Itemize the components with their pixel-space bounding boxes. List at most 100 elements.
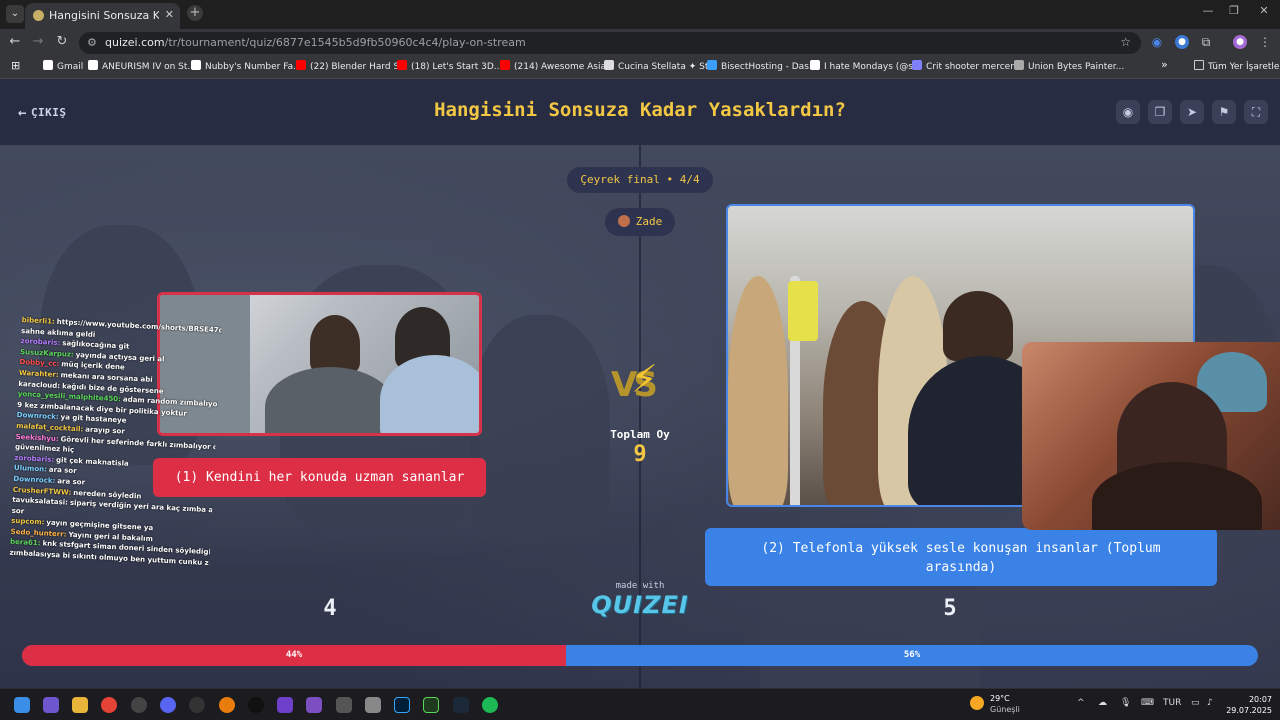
new-tab-button[interactable]: + bbox=[187, 5, 203, 21]
bookmark-favicon-icon bbox=[500, 60, 510, 70]
windows-start-icon[interactable] bbox=[14, 697, 30, 713]
streamer-webcam bbox=[1022, 342, 1280, 530]
substance-painter-icon[interactable] bbox=[423, 697, 439, 713]
quizei-logo[interactable]: QUIZEI bbox=[590, 591, 690, 619]
tray-chevron-icon[interactable]: ^ bbox=[1077, 698, 1085, 708]
eye-icon[interactable]: ◉ bbox=[1116, 100, 1140, 124]
extension-signal-icon[interactable]: ◉ bbox=[1150, 35, 1164, 49]
total-votes-label: Toplam Oy bbox=[610, 428, 670, 441]
bookmark-item[interactable]: Crit shooter mercen... bbox=[912, 60, 1025, 72]
bookmark-item[interactable]: ANEURISM IV on St... bbox=[88, 60, 196, 72]
chat-username: Downrock: bbox=[13, 474, 56, 485]
made-with-text: made with bbox=[615, 581, 665, 591]
profile-avatar-icon[interactable]: ● bbox=[1233, 35, 1247, 49]
mic-icon[interactable]: 🎙 bbox=[1120, 698, 1131, 708]
cloud-icon[interactable]: ☁ bbox=[1098, 698, 1107, 708]
bookmark-item[interactable]: (22) Blender Hard S... bbox=[296, 60, 408, 72]
bookmark-label: Gmail bbox=[57, 62, 84, 72]
obs-icon[interactable] bbox=[131, 697, 147, 713]
background-figure bbox=[470, 315, 610, 545]
spotify-icon[interactable] bbox=[482, 697, 498, 713]
chrome-icon[interactable] bbox=[101, 697, 117, 713]
file-explorer-icon[interactable] bbox=[72, 697, 88, 713]
option-1-percent: 44% bbox=[285, 650, 303, 660]
site-favicon-icon bbox=[33, 10, 44, 21]
bookmark-item[interactable]: Nubby's Number Fa... bbox=[191, 60, 302, 72]
browser-tab-bar: ⌄ Hangisini Sonsuza Kadar Yasakla ✕ + — … bbox=[0, 0, 1280, 29]
flag-icon[interactable]: ⚑ bbox=[1212, 100, 1236, 124]
chat-username: tavuksalatasi: bbox=[12, 495, 69, 507]
discord-icon[interactable] bbox=[160, 697, 176, 713]
copy-icon[interactable]: ❐ bbox=[1148, 100, 1172, 124]
extensions-puzzle-icon[interactable]: ⧉ bbox=[1199, 35, 1213, 49]
bookmark-favicon-icon bbox=[88, 60, 98, 70]
photoshop-icon[interactable] bbox=[394, 697, 410, 713]
bookmark-label: Union Bytes Painter... bbox=[1028, 62, 1125, 72]
close-window-icon[interactable]: ✕ bbox=[1244, 4, 1280, 17]
total-votes-value: 9 bbox=[633, 442, 647, 467]
site-info-icon[interactable]: ⚙ bbox=[87, 36, 97, 49]
app-icon[interactable] bbox=[189, 697, 205, 713]
option-2-percent: 56% bbox=[903, 650, 921, 660]
bookmark-item[interactable]: Union Bytes Painter... bbox=[1014, 60, 1124, 72]
forward-icon[interactable]: → bbox=[29, 34, 47, 49]
bookmark-label: (214) Awesome Asia... bbox=[514, 62, 615, 72]
bookmark-label: BisectHosting - Das... bbox=[721, 62, 818, 72]
bookmark-favicon-icon bbox=[707, 60, 717, 70]
system-clock[interactable]: 20:07 29.07.2025 bbox=[1222, 694, 1272, 716]
bookmarks-overflow-icon[interactable]: » bbox=[1161, 58, 1168, 71]
apps-grid-icon[interactable]: ⊞ bbox=[11, 59, 20, 72]
address-bar[interactable]: ⚙ quizei.com/tr/tournament/quiz/6877e154… bbox=[79, 32, 1141, 54]
bookmarks-bar: ⊞ Gmail ANEURISM IV on St... Nubby's Numbe… bbox=[0, 56, 1280, 79]
back-icon[interactable]: ← bbox=[6, 34, 24, 49]
extension-blue-icon[interactable]: ● bbox=[1175, 35, 1189, 49]
steam-icon[interactable] bbox=[453, 697, 469, 713]
tab-close-icon[interactable]: ✕ bbox=[165, 8, 174, 21]
bookmark-label: I hate Mondays (@s... bbox=[824, 62, 922, 72]
option-1-vote-count: 4 bbox=[323, 596, 337, 621]
reload-icon[interactable]: ↻ bbox=[53, 34, 71, 49]
bookmark-label: Cucina Stellata ✦ St... bbox=[618, 62, 717, 72]
chat-text: sor bbox=[11, 506, 25, 516]
chat-username: biberli1: bbox=[21, 315, 55, 326]
clock-time: 20:07 bbox=[1248, 695, 1272, 704]
bookmark-item[interactable]: I hate Mondays (@s... bbox=[810, 60, 922, 72]
chat-username: zorobaris: bbox=[20, 337, 61, 348]
lightning-icon: ⚡ bbox=[631, 357, 658, 401]
chat-username: Seekishyu: bbox=[15, 432, 59, 443]
bookmark-item[interactable]: Cucina Stellata ✦ St... bbox=[604, 60, 717, 72]
browser-menu-icon[interactable]: ⋮ bbox=[1258, 35, 1272, 49]
visual-studio-icon[interactable] bbox=[306, 697, 322, 713]
bookmark-item[interactable]: (214) Awesome Asia... bbox=[500, 60, 615, 72]
copilot-icon[interactable] bbox=[43, 697, 59, 713]
bookmark-star-icon[interactable]: ☆ bbox=[1120, 35, 1131, 49]
send-icon[interactable]: ➤ bbox=[1180, 100, 1204, 124]
bookmark-favicon-icon bbox=[43, 60, 53, 70]
unity-icon[interactable] bbox=[336, 697, 352, 713]
browser-toolbar: ← → ↻ ⚙ quizei.com/tr/tournament/quiz/68… bbox=[0, 29, 1280, 56]
url-text: quizei.com/tr/tournament/quiz/6877e1545b… bbox=[105, 36, 526, 49]
option-2-button[interactable]: (2) Telefonla yüksek sesle konuşan insan… bbox=[705, 528, 1217, 586]
chat-username: supcom: bbox=[10, 517, 45, 527]
github-icon[interactable] bbox=[277, 697, 293, 713]
language-indicator[interactable]: TUR bbox=[1163, 698, 1181, 708]
blender-icon[interactable] bbox=[219, 697, 235, 713]
weather-temp: 29°C bbox=[990, 694, 1010, 703]
unreal-icon[interactable] bbox=[248, 697, 264, 713]
bookmark-favicon-icon bbox=[191, 60, 201, 70]
bookmark-label: Crit shooter mercen... bbox=[926, 62, 1025, 72]
bookmark-item[interactable]: Gmail bbox=[43, 60, 83, 72]
app-icon[interactable] bbox=[365, 697, 381, 713]
user-badge: Zade bbox=[605, 208, 675, 236]
keyboard-icon[interactable]: ⌨ bbox=[1141, 698, 1154, 708]
bookmark-label: Nubby's Number Fa... bbox=[205, 62, 302, 72]
display-icon[interactable]: ▭ bbox=[1191, 698, 1200, 708]
all-bookmarks-button[interactable]: Tüm Yer İşaretleri bbox=[1194, 60, 1280, 72]
tab-search-icon[interactable]: ⌄ bbox=[6, 5, 24, 23]
bookmark-favicon-icon bbox=[604, 60, 614, 70]
volume-icon[interactable]: ♪ bbox=[1207, 698, 1213, 708]
fullscreen-icon[interactable]: ⛶ bbox=[1244, 100, 1268, 124]
bookmark-item[interactable]: (18) Let's Start 3D... bbox=[397, 60, 502, 72]
browser-tab-active[interactable]: Hangisini Sonsuza Kadar Yasakla ✕ bbox=[25, 3, 180, 29]
bookmark-item[interactable]: BisectHosting - Das... bbox=[707, 60, 817, 72]
